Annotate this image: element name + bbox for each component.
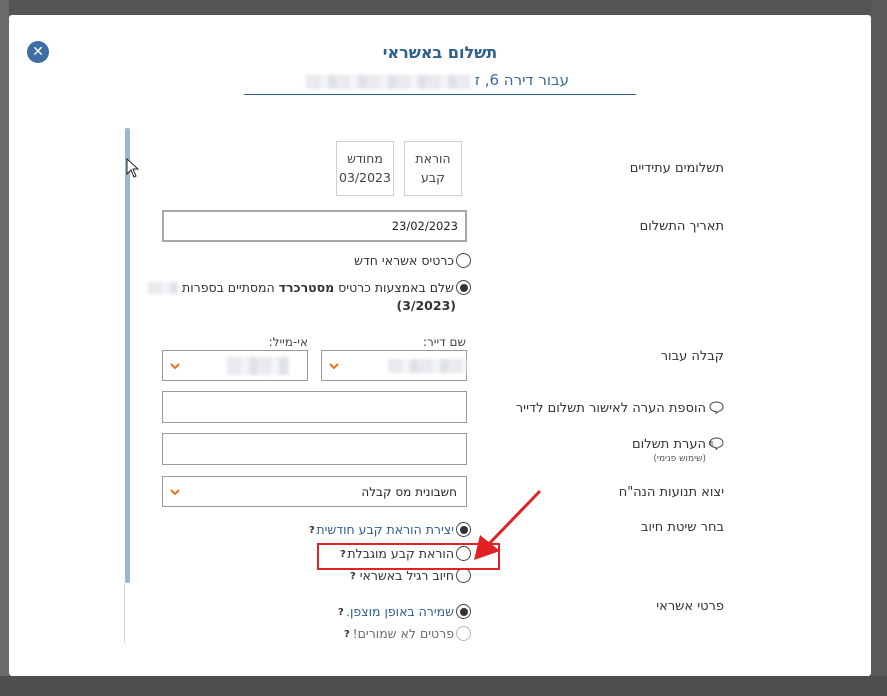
- payment-note-text: הערת תשלום: [632, 437, 706, 452]
- speech-bubble-icon: [709, 401, 724, 414]
- payment-note-label: ₪ הערת תשלום (שימוש פנימי): [632, 437, 724, 464]
- scrollbar-thumb[interactable]: [125, 128, 130, 583]
- tile-from-month[interactable]: מחודש 03/2023: [336, 141, 394, 196]
- tenant-name-select[interactable]: [321, 350, 467, 381]
- card-detail-not-saved-text: פרטים לא שמורים!: [352, 626, 454, 641]
- dialog-title: תשלום באשראי: [382, 43, 498, 62]
- chevron-down-icon: [170, 363, 180, 370]
- charge-option-monthly[interactable]: יצירת הוראת קבע חודשית: [316, 522, 471, 537]
- redacted-address: [306, 75, 471, 89]
- scrollbar-track[interactable]: [124, 583, 125, 643]
- help-regular-icon[interactable]: ?: [350, 571, 356, 582]
- redacted-tenant-name: [388, 359, 466, 373]
- tile-from-month-line1: מחודש: [347, 151, 383, 167]
- svg-text:₪: ₪: [709, 441, 714, 448]
- charge-option-limited[interactable]: הוראת קבע מוגבלת: [347, 546, 471, 561]
- receipt-for-label: קבלה עבור: [660, 349, 724, 364]
- card-detail-encrypted[interactable]: שמירה באופן מוצפן.: [346, 604, 471, 619]
- export-selected: חשבונית מס קבלה: [361, 484, 457, 499]
- charge-option-regular-text: חיוב רגיל באשראי: [359, 568, 454, 583]
- tenant-note-text: הוספת הערה לאישור תשלום לדייר: [515, 401, 706, 416]
- tile-standing-order[interactable]: הוראת קבע: [404, 141, 462, 196]
- card-detail-encrypted-radio[interactable]: [456, 604, 471, 619]
- charge-option-regular-radio[interactable]: [456, 568, 471, 583]
- credit-payment-dialog: ✕ תשלום באשראי עבור דירה 6, ז תשלומים עת…: [9, 15, 871, 676]
- future-payments-label: תשלומים עתידיים: [629, 161, 724, 176]
- redacted-card-digits: [148, 281, 179, 294]
- payment-date-input[interactable]: 23/02/2023: [162, 210, 467, 242]
- mouse-cursor: [126, 158, 140, 178]
- chevron-down-icon: [170, 489, 180, 496]
- comment-icon: ₪: [709, 437, 724, 450]
- redacted-email: [227, 357, 289, 375]
- payment-note-input[interactable]: [162, 433, 467, 465]
- email-select[interactable]: [162, 350, 308, 381]
- tenant-note-label: הוספת הערה לאישור תשלום לדייר: [516, 401, 724, 416]
- charge-option-limited-text: הוראת קבע מוגבלת: [347, 546, 454, 561]
- existing-card-brand: מסטרכרד: [278, 280, 335, 295]
- existing-card-radio[interactable]: [456, 280, 471, 295]
- charge-option-regular[interactable]: חיוב רגיל באשראי: [360, 568, 471, 583]
- tenant-note-input[interactable]: [162, 391, 467, 423]
- tile-standing-order-line2: קבע: [421, 169, 445, 185]
- help-not-saved-icon[interactable]: ?: [344, 629, 350, 640]
- charge-method-label: בחר שיטת חיוב: [640, 520, 724, 535]
- help-limited-icon[interactable]: ?: [340, 549, 346, 560]
- existing-card-prefix: שלם באמצעות כרטיס: [338, 280, 454, 295]
- new-card-option[interactable]: כרטיס אשראי חדש: [354, 253, 471, 268]
- tile-standing-order-line1: הוראת: [415, 151, 451, 167]
- background-page-edge-right: [871, 0, 887, 696]
- email-label: אי-מייל:: [268, 335, 308, 349]
- tenant-name-label: שם דייר:: [422, 335, 466, 349]
- payment-note-sublabel: (שימוש פנימי): [653, 454, 706, 464]
- card-detail-encrypted-text: שמירה באופן מוצפן.: [345, 604, 454, 619]
- existing-card-suffix: המסתיים בספרות: [182, 280, 275, 295]
- card-detail-not-saved[interactable]: פרטים לא שמורים!: [353, 626, 471, 641]
- new-card-text: כרטיס אשראי חדש: [354, 253, 454, 268]
- export-label: יצוא תנועות הנה"ח: [618, 485, 724, 500]
- charge-option-monthly-text: יצירת הוראת קבע חודשית: [316, 522, 454, 537]
- help-monthly-icon[interactable]: ?: [309, 525, 315, 536]
- card-details-label: פרטי אשראי: [656, 599, 724, 614]
- existing-card-option[interactable]: שלם באמצעות כרטיס מסטרכרד המסתיים בספרות: [148, 280, 471, 295]
- apartment-label: עבור דירה 6, ז: [474, 71, 569, 89]
- tile-from-month-line2: 03/2023: [339, 169, 391, 185]
- annotation-arrow: [474, 489, 542, 560]
- dialog-subtitle: עבור דירה 6, ז: [244, 67, 636, 95]
- chevron-down-icon: [329, 363, 339, 370]
- export-select[interactable]: חשבונית מס קבלה: [162, 476, 467, 507]
- card-detail-not-saved-radio[interactable]: [456, 626, 471, 641]
- existing-card-expiry: (3/2023): [396, 298, 457, 313]
- new-card-radio[interactable]: [456, 253, 471, 268]
- background-page-edge: [0, 0, 9, 696]
- help-encrypted-icon[interactable]: ?: [338, 607, 344, 618]
- background-page-footer: [0, 676, 887, 696]
- payment-date-label: תאריך התשלום: [639, 219, 724, 234]
